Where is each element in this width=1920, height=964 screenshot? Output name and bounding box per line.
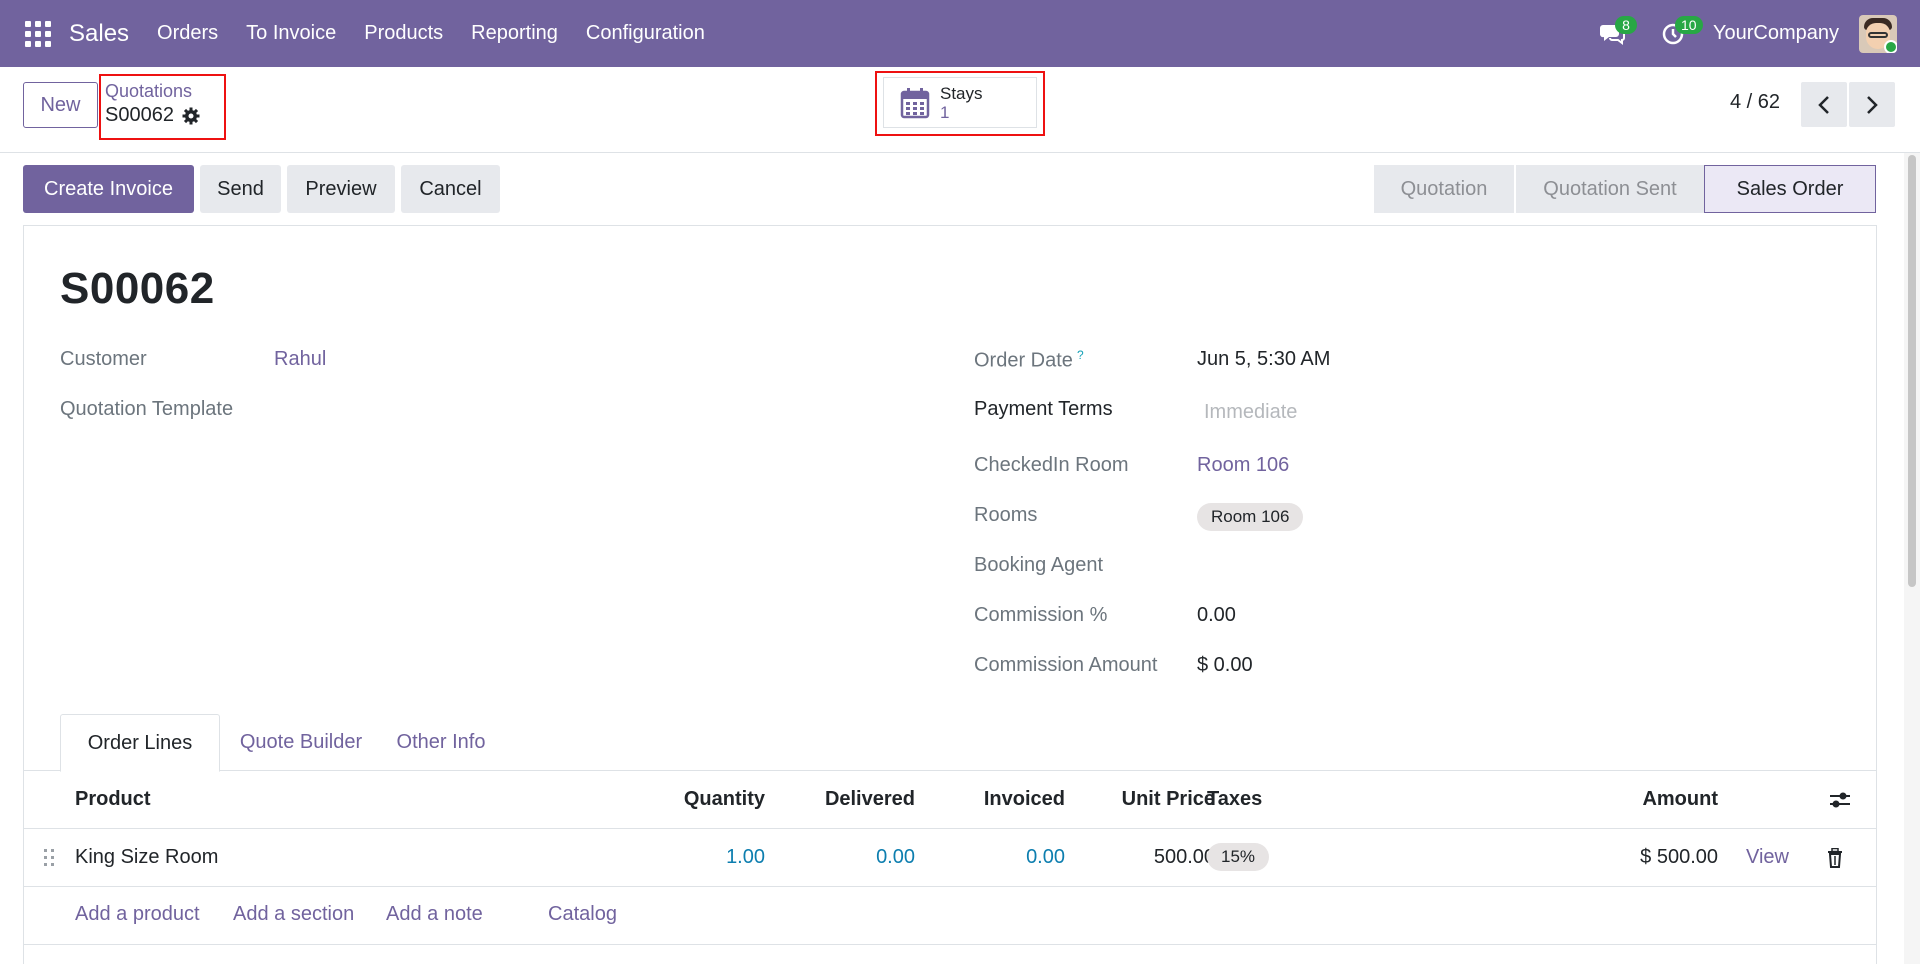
rooms-label: Rooms — [974, 504, 1038, 526]
create-invoice-button[interactable]: Create Invoice — [23, 165, 194, 213]
breadcrumb-current-label: S00062 — [105, 104, 174, 126]
navbar-systray: 8 10 YourCompany — [1593, 0, 1920, 67]
order-date-label: Order Date? — [974, 348, 1084, 373]
add-section-link[interactable]: Add a section — [233, 903, 354, 926]
add-product-link[interactable]: Add a product — [75, 903, 200, 926]
activities-count-badge: 10 — [1674, 15, 1703, 34]
row-delivered[interactable]: 0.00 — [876, 846, 915, 869]
table-row[interactable]: King Size Room 1.00 0.00 0.00 500.00 15%… — [24, 829, 1876, 887]
col-amount[interactable]: Amount — [1642, 788, 1718, 811]
commission-percent-label: Commission % — [974, 604, 1108, 626]
stage-quotation-sent[interactable]: Quotation Sent — [1514, 165, 1704, 213]
online-status-dot — [1884, 39, 1897, 53]
commission-percent-field[interactable]: 0.00 — [1197, 604, 1236, 627]
stays-label: Stays — [940, 83, 983, 103]
payment-terms-field[interactable]: Immediate — [1204, 401, 1297, 424]
menu-configuration[interactable]: Configuration — [572, 22, 719, 45]
row-tax-tag[interactable]: 15% — [1207, 843, 1270, 871]
commission-amount-label: Commission Amount — [974, 654, 1158, 676]
checkedin-room-label: CheckedIn Room — [974, 454, 1129, 476]
col-invoiced[interactable]: Invoiced — [984, 788, 1065, 811]
record-title: S00062 — [60, 264, 215, 313]
col-taxes[interactable]: Taxes — [1207, 788, 1262, 811]
stays-stat: Stays 1 — [940, 84, 983, 122]
row-view-link[interactable]: View — [1746, 846, 1789, 869]
order-date-help-icon[interactable]: ? — [1077, 348, 1084, 362]
booking-agent-label: Booking Agent — [974, 554, 1103, 576]
new-button[interactable]: New — [23, 82, 98, 128]
tab-quote-builder[interactable]: Quote Builder — [226, 714, 376, 771]
user-avatar[interactable] — [1859, 14, 1897, 53]
breadcrumb-current: S00062 — [105, 104, 220, 127]
activities-button[interactable]: 10 — [1653, 14, 1703, 54]
col-product[interactable]: Product — [75, 788, 151, 811]
top-navbar: Sales Orders To Invoice Products Reporti… — [0, 0, 1920, 67]
stays-count: 1 — [940, 102, 950, 122]
stage-quotation[interactable]: Quotation — [1374, 165, 1514, 213]
order-lines-header: Product Quantity Delivered Invoiced Unit… — [24, 771, 1876, 829]
row-quantity[interactable]: 1.00 — [726, 846, 765, 869]
stays-smart-button[interactable]: Stays 1 — [883, 77, 1037, 128]
chevron-right-icon — [1867, 95, 1878, 114]
app-name[interactable]: Sales — [69, 20, 129, 48]
menu-to-invoice[interactable]: To Invoice — [232, 22, 350, 45]
col-delivered[interactable]: Delivered — [825, 788, 915, 811]
row-product[interactable]: King Size Room — [75, 846, 218, 869]
trash-icon[interactable] — [1827, 848, 1843, 868]
customer-field[interactable]: Rahul — [274, 348, 326, 371]
menu-products[interactable]: Products — [350, 22, 457, 45]
customer-label: Customer — [60, 348, 147, 370]
chevron-left-icon — [1818, 95, 1829, 114]
commission-amount-field[interactable]: $ 0.00 — [1197, 654, 1253, 677]
scrollbar-thumb[interactable] — [1908, 155, 1916, 587]
apps-menu-icon[interactable] — [25, 20, 51, 47]
row-amount: $ 500.00 — [1640, 846, 1718, 868]
preview-button[interactable]: Preview — [287, 165, 395, 213]
breadcrumb: Quotations S00062 — [99, 74, 226, 140]
row-invoiced[interactable]: 0.00 — [1026, 846, 1065, 869]
tab-other-info[interactable]: Other Info — [376, 714, 506, 771]
form-sheet: S00062 Customer Rahul Quotation Template… — [23, 225, 1877, 964]
checkedin-room-field[interactable]: Room 106 — [1197, 454, 1289, 477]
tab-order-lines[interactable]: Order Lines — [60, 714, 220, 772]
calendar-icon — [900, 87, 930, 118]
status-bar: Quotation Quotation Sent Sales Order — [1374, 165, 1876, 213]
order-date-label-text: Order Date — [974, 349, 1073, 372]
column-settings-icon[interactable] — [1828, 789, 1852, 811]
gear-icon[interactable] — [182, 107, 200, 125]
pager-previous-button[interactable] — [1801, 82, 1847, 127]
messages-count-badge: 8 — [1614, 15, 1637, 34]
col-quantity[interactable]: Quantity — [684, 788, 765, 811]
drag-handle-icon[interactable] — [44, 849, 54, 867]
col-unit-price[interactable]: Unit Price — [1122, 788, 1215, 811]
quotation-template-label: Quotation Template — [60, 398, 234, 420]
payment-terms-label: Payment Terms — [974, 398, 1113, 420]
menu-orders[interactable]: Orders — [143, 22, 232, 45]
pager-value[interactable]: 4 / 62 — [1730, 91, 1780, 114]
messaging-button[interactable]: 8 — [1593, 14, 1637, 54]
send-button[interactable]: Send — [200, 165, 281, 213]
menu-reporting[interactable]: Reporting — [457, 22, 572, 45]
catalog-link[interactable]: Catalog — [548, 903, 617, 926]
cancel-button[interactable]: Cancel — [401, 165, 500, 213]
control-panel: New Quotations S00062 Stays 1 4 / 62 — [0, 67, 1920, 153]
order-date-field[interactable]: Jun 5, 5:30 AM — [1197, 348, 1330, 371]
company-switcher[interactable]: YourCompany — [1713, 22, 1839, 45]
add-note-link[interactable]: Add a note — [386, 903, 483, 926]
notebook-tabs: Order Lines Quote Builder Other Info — [24, 714, 1876, 772]
breadcrumb-quotations-link[interactable]: Quotations — [105, 81, 220, 102]
pager-next-button[interactable] — [1849, 82, 1895, 127]
stage-sales-order[interactable]: Sales Order — [1704, 165, 1876, 213]
smart-button-highlight: Stays 1 — [875, 71, 1045, 136]
room-tag[interactable]: Room 106 — [1197, 503, 1304, 531]
row-unit-price[interactable]: 500.00 — [1154, 846, 1215, 869]
page-scrollbar[interactable] — [1904, 153, 1920, 964]
order-lines-add-row: Add a product Add a section Add a note C… — [24, 887, 1876, 945]
